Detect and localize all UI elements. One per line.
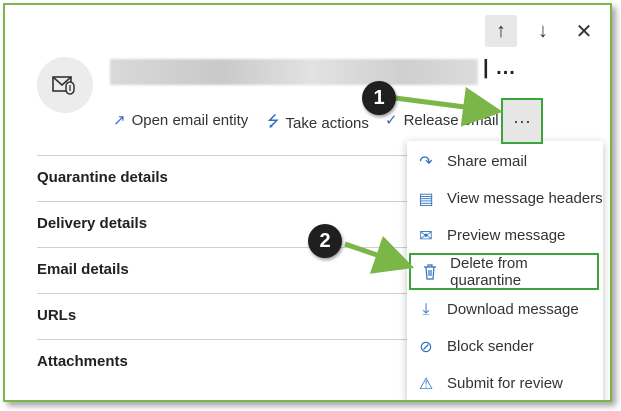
annotation-arrows (344, 86, 503, 274)
callout-2: 2 (308, 224, 342, 258)
callout-1-arrow (394, 86, 503, 127)
callout-1: 1 (362, 81, 396, 115)
callout-2-arrow (344, 235, 415, 274)
